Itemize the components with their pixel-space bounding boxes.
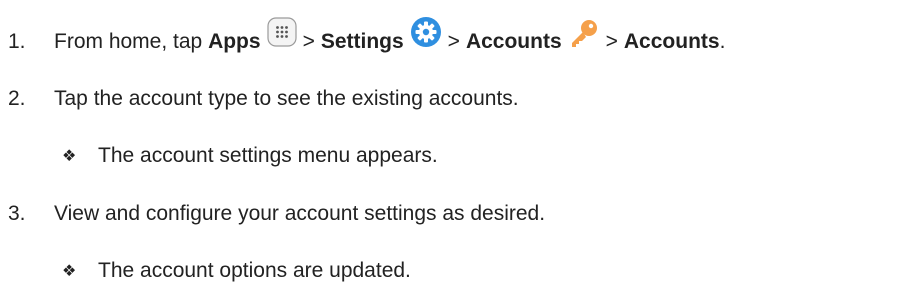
step-number: 2.	[8, 87, 26, 110]
bullet-icon: ❖	[62, 146, 77, 165]
apps-icon	[266, 16, 297, 56]
settings-gear-icon	[410, 16, 442, 57]
step-2-text: Tap the account type to see the existing…	[54, 87, 519, 110]
step-1: 1. From home, tap Apps > Settings > Acco…	[8, 16, 726, 57]
apps-label: Apps	[208, 30, 261, 53]
separator: >	[302, 30, 315, 53]
settings-label: Settings	[320, 30, 404, 53]
instructions-document: 1. From home, tap Apps > Settings > Acco…	[0, 0, 910, 305]
step-2-result: ❖ The account settings menu appears.	[62, 141, 438, 171]
step-number: 3.	[8, 202, 26, 225]
step-number: 1.	[8, 30, 26, 53]
bullet-icon: ❖	[62, 261, 77, 280]
step-3-result-text: The account options are updated.	[98, 259, 411, 282]
step-2-result-text: The account settings menu appears.	[98, 144, 438, 167]
step-3: 3. View and configure your account setti…	[8, 199, 545, 229]
step-2: 2. Tap the account type to see the exist…	[8, 84, 519, 114]
step-3-text: View and configure your account settings…	[54, 202, 546, 225]
accounts-key-icon	[568, 18, 600, 59]
accounts-label-2: Accounts	[623, 30, 720, 53]
step-3-result: ❖ The account options are updated.	[62, 256, 411, 286]
separator: >	[605, 30, 618, 53]
separator: >	[447, 30, 460, 53]
step-1-end: .	[719, 30, 726, 53]
accounts-label: Accounts	[465, 30, 562, 53]
step-1-text: From home, tap	[54, 30, 209, 53]
